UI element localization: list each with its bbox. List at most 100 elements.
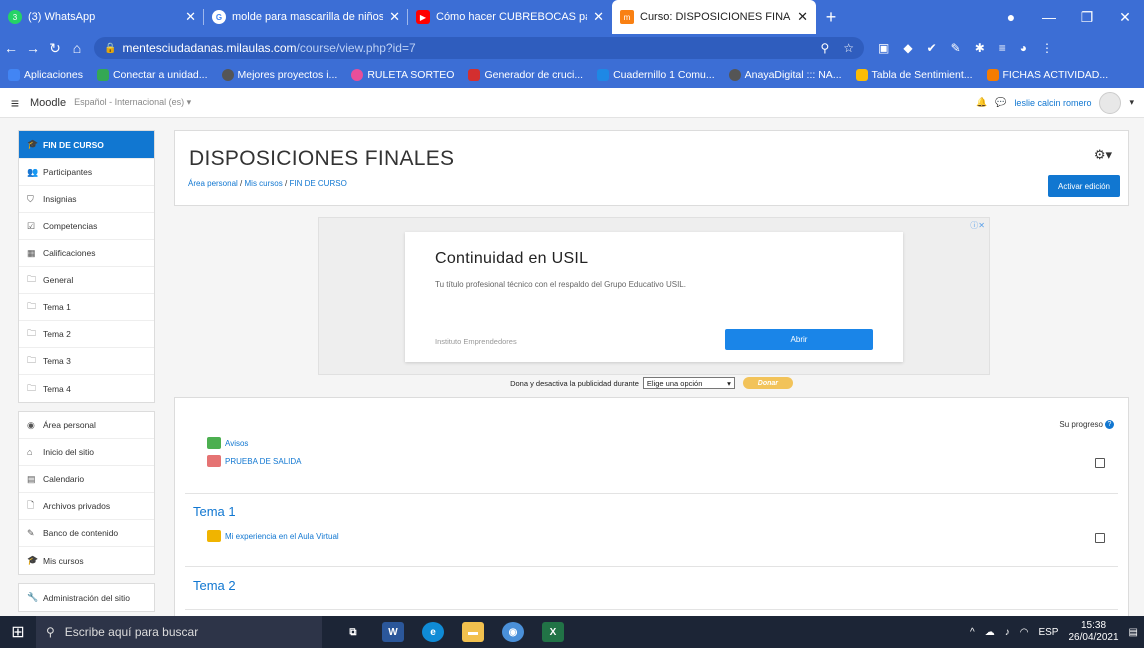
avatar-icon[interactable]: ◕ <box>1020 41 1027 55</box>
sidebar-item-inicio[interactable]: ⌂ Inicio del sitio <box>19 439 154 466</box>
sidebar-item-label: Archivos privados <box>43 501 111 511</box>
ad-open-button[interactable]: Abrir <box>725 329 873 350</box>
extension-icon[interactable]: ✔ <box>927 41 937 55</box>
sidebar-item-participantes[interactable]: 👥 Participantes <box>19 159 154 186</box>
notebook-icon <box>597 69 610 82</box>
forum-icon <box>207 437 221 449</box>
word-icon[interactable]: W <box>382 622 404 642</box>
back-icon[interactable]: ← <box>0 40 22 56</box>
donate-button[interactable]: Donar <box>742 377 793 389</box>
bookmark[interactable]: Tabla de Sentimient... <box>855 69 973 82</box>
breadcrumb-fin-de-curso[interactable]: FIN DE CURSO <box>289 179 346 188</box>
bookmark[interactable]: AnayaDigital ::: NA... <box>728 69 842 82</box>
hamburger-icon[interactable]: ≡ <box>0 95 30 111</box>
close-tab-icon[interactable]: ✕ <box>593 9 604 25</box>
avatar[interactable] <box>1099 91 1122 114</box>
sidebar-item-fin-de-curso[interactable]: 🎓 FIN DE CURSO <box>19 131 154 159</box>
close-window-icon[interactable]: ✕ <box>1106 0 1144 34</box>
donation-select[interactable]: Elige una opción ▾ <box>642 377 735 389</box>
bookmark[interactable]: Generador de cruci... <box>468 69 583 82</box>
maximize-icon[interactable]: ❐ <box>1068 0 1106 34</box>
address-bar[interactable]: 🔒 mentesciudadanas.milaulas.com/course/v… <box>94 37 864 59</box>
reload-icon[interactable]: ↻ <box>44 40 66 57</box>
edit-mode-button[interactable]: Activar edición <box>1048 175 1120 197</box>
home-icon[interactable]: ⌂ <box>66 40 88 56</box>
breadcrumb-mis-cursos[interactable]: Mis cursos <box>245 179 283 188</box>
site-brand[interactable]: Moodle <box>30 97 66 109</box>
close-tab-icon[interactable]: ✕ <box>185 9 196 25</box>
clock[interactable]: 15:38 26/04/2021 <box>1068 620 1118 644</box>
sidebar-item-tema-4[interactable]: 🗀 Tema 4 <box>19 375 154 402</box>
zoom-icon[interactable]: ⚲ <box>820 41 829 55</box>
sidebar-item-tema-2[interactable]: 🗀 Tema 2 <box>19 321 154 348</box>
tab-google[interactable]: G molde para mascarilla de niños - ✕ <box>204 0 408 34</box>
taskbar-search[interactable]: ⚲ Escribe aquí para buscar <box>36 616 322 648</box>
bookmark[interactable]: FICHAS ACTIVIDAD... <box>986 69 1108 82</box>
network-icon[interactable]: ☁ <box>985 627 995 638</box>
sidebar-item-general[interactable]: 🗀 General <box>19 267 154 294</box>
user-menu[interactable]: leslie calcin romero <box>1014 98 1091 108</box>
completion-checkbox[interactable] <box>1095 458 1105 468</box>
bookmark[interactable]: Cuadernillo 1 Comu... <box>597 69 715 82</box>
sidebar-item-administracion[interactable]: 🔧 Administración del sitio <box>19 584 154 611</box>
extension-icon[interactable]: ✎ <box>951 41 961 55</box>
windows-start-icon[interactable]: ⊞ <box>0 622 36 642</box>
profile-icon[interactable]: ● <box>992 0 1030 34</box>
bookmark[interactable]: Conectar a unidad... <box>96 69 208 82</box>
sidebar-item-mis-cursos[interactable]: 🎓 Mis cursos <box>19 547 154 574</box>
activity-avisos[interactable]: Avisos <box>207 437 248 449</box>
bookmark[interactable]: RULETA SORTEO <box>351 69 454 82</box>
activity-prueba-de-salida[interactable]: PRUEBA DE SALIDA <box>207 455 301 467</box>
puzzle-icon[interactable]: ✱ <box>975 41 985 55</box>
tab-whatsapp[interactable]: 3 (3) WhatsApp ✕ <box>0 0 204 34</box>
chevron-down-icon[interactable]: ▾ <box>1129 97 1134 108</box>
sidebar-item-competencias[interactable]: ☑ Competencias <box>19 213 154 240</box>
wifi-icon[interactable]: ◠ <box>1020 627 1029 638</box>
help-icon[interactable]: ? <box>1105 420 1114 429</box>
new-tab-button[interactable]: + <box>816 0 846 34</box>
minimize-icon[interactable]: — <box>1030 0 1068 34</box>
file-icon: 🗋 <box>27 500 35 510</box>
sidebar-item-archivos[interactable]: 🗋 Archivos privados <box>19 493 154 520</box>
adchoices-icon[interactable]: ⓘ✕ <box>970 220 985 231</box>
bookmark-apps[interactable]: Aplicaciones <box>8 69 83 82</box>
edge-icon[interactable]: e <box>422 622 444 642</box>
chrome-icon[interactable]: ◉ <box>502 622 524 642</box>
sidebar-item-banco[interactable]: ✎ Banco de contenido <box>19 520 154 547</box>
language-menu[interactable]: Español - Internacional (es) ▾ <box>74 97 191 108</box>
close-tab-icon[interactable]: ✕ <box>389 9 400 25</box>
sidebar-item-calificaciones[interactable]: ▦ Calificaciones <box>19 240 154 267</box>
section-title-tema-2[interactable]: Tema 2 <box>193 578 236 593</box>
activity-mi-experiencia[interactable]: Mi experiencia en el Aula Virtual <box>207 530 339 542</box>
close-tab-icon[interactable]: ✕ <box>797 9 808 25</box>
section-title-tema-1[interactable]: Tema 1 <box>193 504 236 519</box>
excel-icon[interactable]: X <box>542 622 564 642</box>
sidebar-item-tema-1[interactable]: 🗀 Tema 1 <box>19 294 154 321</box>
message-icon[interactable]: 💬 <box>995 97 1006 108</box>
file-explorer-icon[interactable]: ▬ <box>462 622 484 642</box>
task-view-icon[interactable]: ⧉ <box>342 622 364 642</box>
gear-icon[interactable]: ⚙▾ <box>1094 147 1112 163</box>
volume-icon[interactable]: ♪ <box>1005 627 1010 638</box>
sidebar-item-area-personal[interactable]: ◉ Área personal <box>19 412 154 439</box>
ad-banner: ⓘ✕ Continuidad en USIL Tu título profesi… <box>318 217 990 375</box>
forward-icon[interactable]: → <box>22 40 44 56</box>
sidebar-item-tema-3[interactable]: 🗀 Tema 3 <box>19 348 154 375</box>
chevron-up-icon[interactable]: ^ <box>970 627 975 638</box>
sidebar-item-insignias[interactable]: ⛉ Insignias <box>19 186 154 213</box>
completion-checkbox[interactable] <box>1095 533 1105 543</box>
extension-icon[interactable]: ◆ <box>903 41 912 55</box>
bell-icon[interactable]: 🔔 <box>976 97 987 108</box>
star-icon[interactable]: ☆ <box>843 41 854 55</box>
ad-card[interactable]: Continuidad en USIL Tu título profesiona… <box>405 232 903 362</box>
notifications-icon[interactable]: ▤ <box>1129 627 1138 638</box>
extension-icon[interactable]: ▣ <box>878 41 889 55</box>
tab-course[interactable]: m Curso: DISPOSICIONES FINALES ✕ <box>612 0 816 34</box>
tab-youtube[interactable]: ▶ Cómo hacer CUBREBOCAS para n ✕ <box>408 0 612 34</box>
reading-list-icon[interactable]: ≡ <box>999 41 1006 55</box>
menu-icon[interactable]: ⋮ <box>1041 41 1053 55</box>
breadcrumb-area-personal[interactable]: Área personal <box>188 179 238 188</box>
lang-indicator[interactable]: ESP <box>1038 627 1058 638</box>
bookmark[interactable]: Mejores proyectos i... <box>221 69 337 82</box>
sidebar-item-calendario[interactable]: ▤ Calendario <box>19 466 154 493</box>
